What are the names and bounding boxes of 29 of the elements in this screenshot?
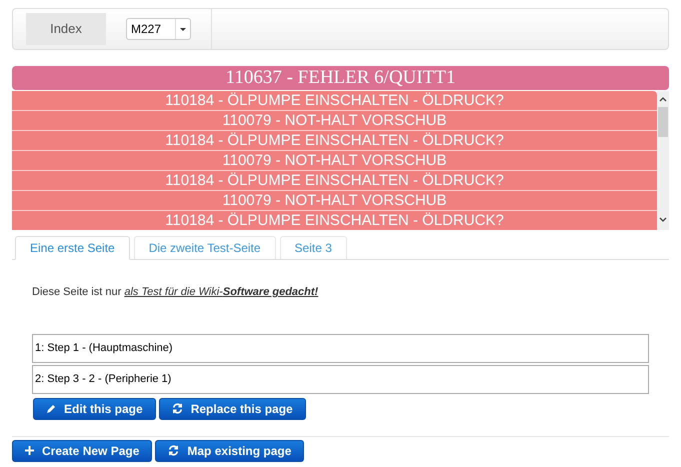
step-item[interactable]: 2: Step 3 - 2 - (Peripherie 1) <box>32 364 649 394</box>
pencil-icon <box>46 404 56 414</box>
alarm-row: 110184 - ÖLPUMPE EINSCHALTEN - ÖLDRUCK? <box>12 131 657 151</box>
alarm-row: 110079 - NOT-HALT VORSCHUB <box>12 191 657 211</box>
machine-select[interactable]: M227 <box>126 18 191 40</box>
plus-icon <box>25 446 34 455</box>
alarm-row: 110079 - NOT-HALT VORSCHUB <box>12 111 657 131</box>
alarm-row: 110079 - NOT-HALT VORSCHUB <box>12 151 657 171</box>
tab[interactable]: Eine erste Seite <box>15 236 130 260</box>
caret-icon <box>180 28 186 30</box>
refresh-icon <box>168 445 180 456</box>
tab[interactable]: Seite 3 <box>280 236 347 259</box>
page-text: Diese Seite ist nur als Test für die Wiki-Software gedacht! <box>32 285 320 300</box>
tab[interactable]: Die zweite Test-Seite <box>134 236 276 259</box>
index-tab[interactable]: Index <box>26 13 106 45</box>
page-button[interactable]: Replace this page <box>158 398 306 420</box>
page-button[interactable]: Edit this page <box>33 398 156 420</box>
alarm-row: 110184 - ÖLPUMPE EINSCHALTEN - ÖLDRUCK? <box>12 91 657 111</box>
footer-button[interactable]: Create New Page <box>12 440 152 462</box>
scroll-down-icon <box>659 217 667 222</box>
refresh-icon <box>172 403 183 414</box>
scroll-up-icon <box>659 97 667 102</box>
wiki-link[interactable]: als Test für die Wiki-Software gedacht! <box>124 286 318 298</box>
alarm-header: 110637 - FEHLER 6/QUITT1 <box>12 66 669 90</box>
step-item[interactable]: 1: Step 1 - (Hauptmaschine) <box>32 334 649 362</box>
alarm-row: 110184 - ÖLPUMPE EINSCHALTEN - ÖLDRUCK? <box>12 171 657 191</box>
footer-button[interactable]: Map existing page <box>155 440 304 462</box>
alarm-row: 110184 - ÖLPUMPE EINSCHALTEN - ÖLDRUCK? <box>12 211 657 230</box>
scroll-thumb[interactable] <box>658 107 668 137</box>
